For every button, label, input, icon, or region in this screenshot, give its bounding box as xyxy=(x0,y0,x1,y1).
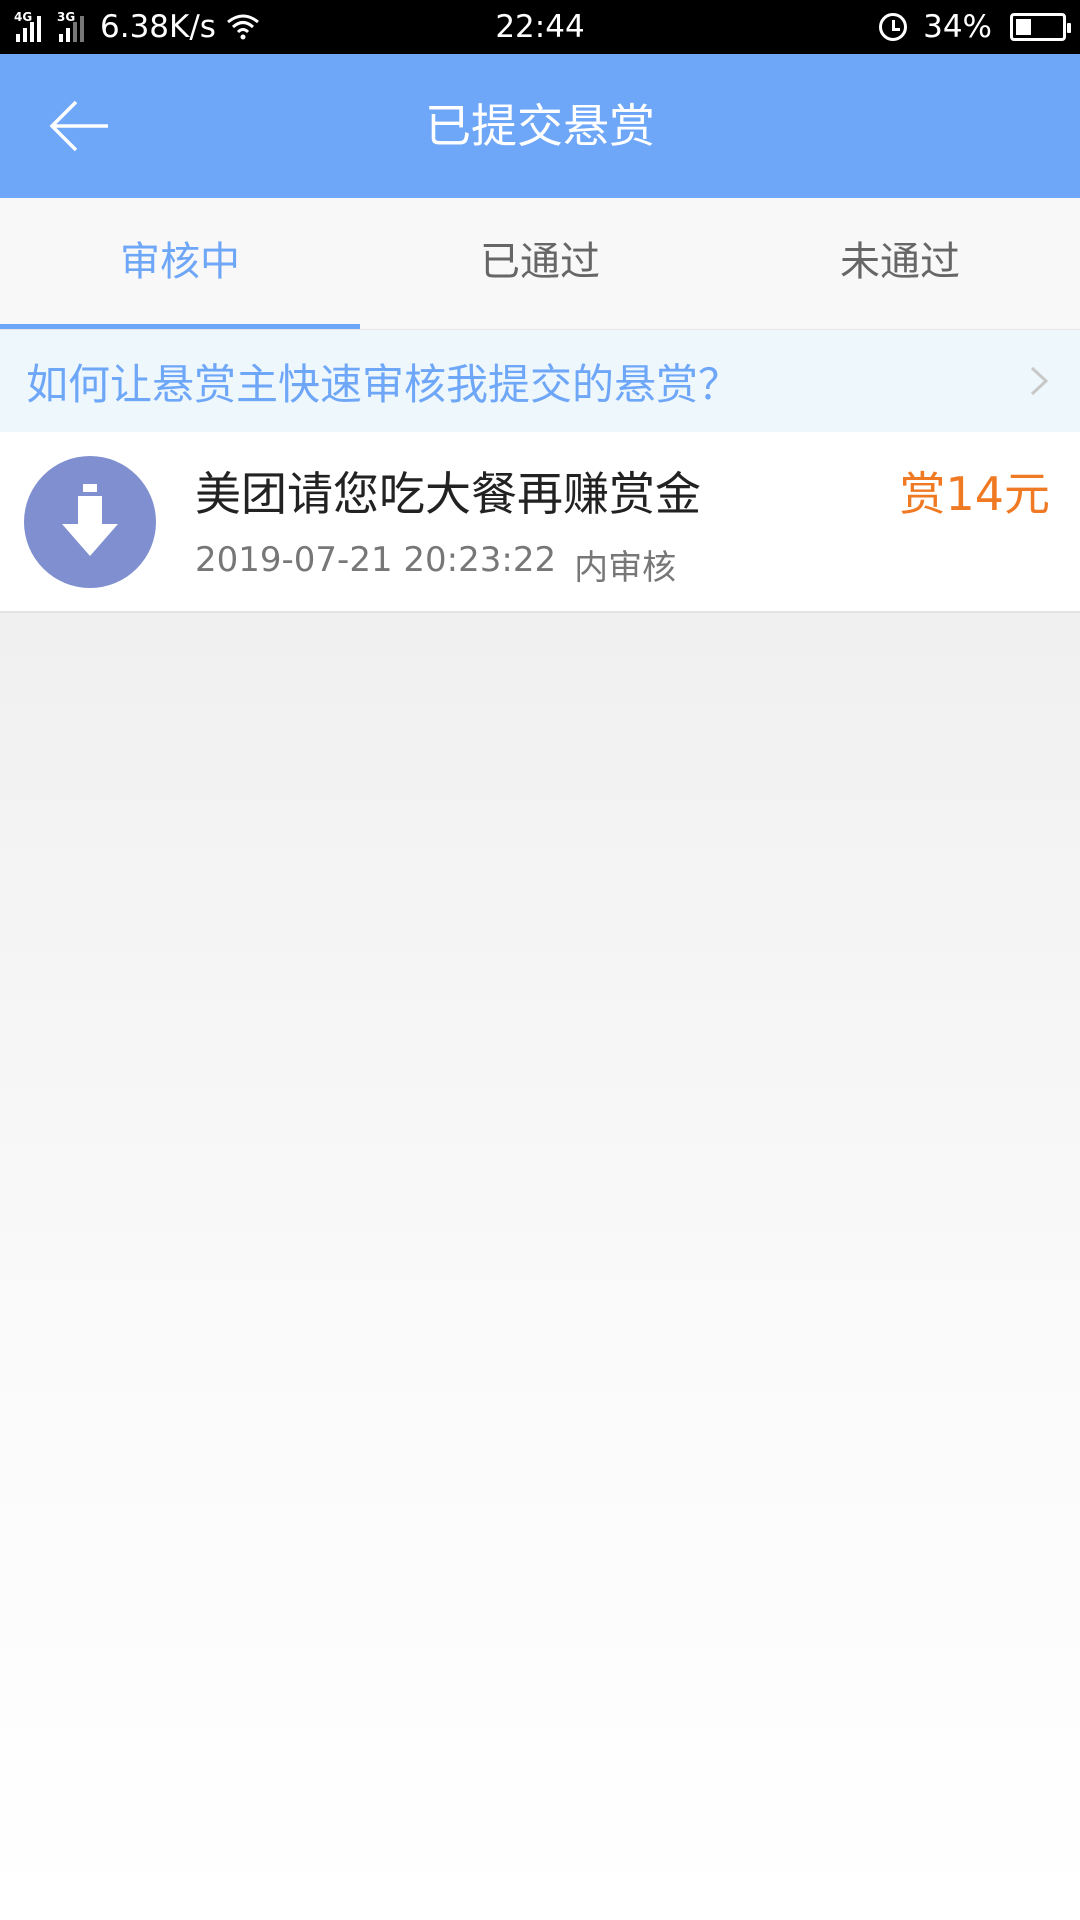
tab-rejected[interactable]: 未通过 xyxy=(720,198,1080,329)
task-meta: 2019-07-21 20:23:22 内审核 xyxy=(195,540,676,589)
battery-percent: 34% xyxy=(923,9,992,45)
tab-reviewing[interactable]: 审核中 xyxy=(0,198,360,329)
status-right: 34% xyxy=(879,9,1071,45)
signal-3g-label: 3G xyxy=(57,10,76,24)
page-title: 已提交悬赏 xyxy=(425,99,655,153)
signal-4g-label: 4G xyxy=(14,10,33,24)
review-tip-text: 如何让悬赏主快速审核我提交的悬赏？ xyxy=(26,359,741,409)
task-reward: 赏14元 xyxy=(899,467,1050,521)
status-left: 4G 3G 6.38K/s xyxy=(14,9,260,45)
signal-4g-icon: 4G xyxy=(14,10,41,42)
task-title: 美团请您吃大餐再赚赏金 xyxy=(195,467,701,521)
tab-bar: 审核中 已通过 未通过 xyxy=(0,198,1080,330)
task-avatar xyxy=(24,456,156,588)
network-speed: 6.38K/s xyxy=(100,9,216,45)
app-header: 已提交悬赏 xyxy=(0,54,1080,198)
empty-content-area xyxy=(0,613,1080,1920)
wifi-icon xyxy=(227,14,259,40)
battery-icon xyxy=(1010,13,1071,41)
list-item[interactable]: 美团请您吃大餐再赚赏金 赏14元 2019-07-21 20:23:22 内审核 xyxy=(0,432,1080,613)
battery-fill xyxy=(1016,19,1031,35)
review-tip-link[interactable]: 如何让悬赏主快速审核我提交的悬赏？ xyxy=(0,330,1080,432)
chevron-right-icon xyxy=(1030,366,1049,396)
tab-approved[interactable]: 已通过 xyxy=(360,198,720,329)
status-bar: 4G 3G 6.38K/s 34% xyxy=(0,0,1080,54)
task-datetime: 2019-07-21 20:23:22 xyxy=(195,540,557,580)
alarm-icon xyxy=(879,13,908,41)
signal-3g-icon: 3G xyxy=(57,10,84,42)
download-arrow-icon xyxy=(62,484,118,556)
task-status: 内审核 xyxy=(574,548,677,588)
